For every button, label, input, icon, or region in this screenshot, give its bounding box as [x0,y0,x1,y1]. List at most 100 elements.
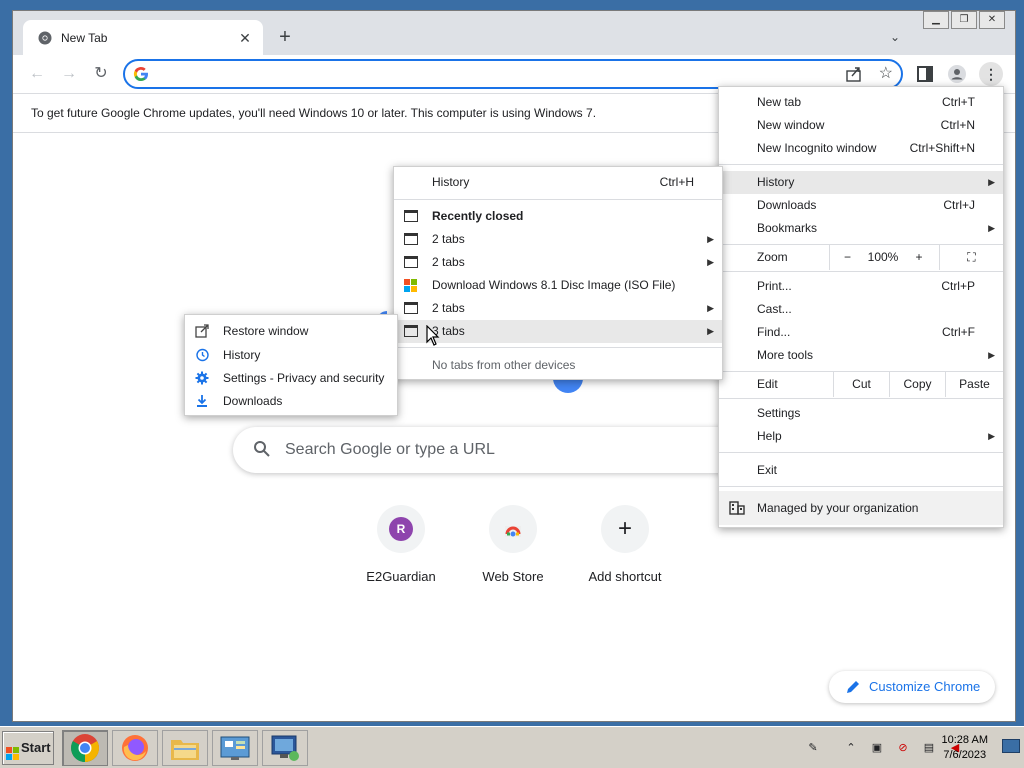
menu-item-print[interactable]: Print... Ctrl+P [719,275,1003,298]
bookmark-star-icon[interactable]: ☆ [879,63,893,83]
shortcut-e2guardian[interactable]: R E2Guardian [345,505,457,595]
ctx-history[interactable]: History [185,344,397,367]
zoom-out-button[interactable]: − [829,245,865,270]
show-desktop-button[interactable] [1002,739,1020,753]
cut-button[interactable]: Cut [833,372,889,397]
menu-item-more-tools[interactable]: More tools ▶ [719,344,1003,367]
customize-chrome-button[interactable]: Customize Chrome [829,671,995,703]
mouse-cursor-icon [426,325,440,346]
avatar: R [389,517,413,541]
ctx-downloads[interactable]: Downloads [185,390,397,413]
menu-divider [394,347,722,348]
google-g-icon [133,66,148,82]
control-panel-icon [220,736,250,760]
power-icon[interactable]: ▤ [920,739,938,757]
tab-icon [404,256,418,268]
taskbar-firefox[interactable] [112,730,158,766]
zoom-in-button[interactable]: + [901,245,937,270]
chevron-right-icon: ▶ [707,257,714,267]
recent-item[interactable]: 3 tabs ▶ [394,320,722,343]
minimize-button[interactable]: ▁ [923,11,949,29]
shortcut-web-store[interactable]: Web Store [457,505,569,595]
tab-search-chevron-icon[interactable]: ⌄ [885,27,905,47]
side-panel-icon[interactable] [915,64,935,84]
taskbar-remote-desktop[interactable] [262,730,308,766]
address-bar[interactable]: ☆ [123,59,903,89]
fullscreen-icon[interactable]: ⛶ [939,245,1003,270]
menu-item-find[interactable]: Find... Ctrl+F [719,321,1003,344]
copy-button[interactable]: Copy [889,372,945,397]
menu-item-exit[interactable]: Exit [719,459,1003,482]
chrome-menu-kebab-icon[interactable]: ⋮ [979,62,1003,86]
paste-button[interactable]: Paste [945,372,1003,397]
menu-item-history[interactable]: History ▶ [719,171,1003,194]
tab-close-icon[interactable]: ✕ [237,30,253,46]
search-icon [254,441,270,457]
menu-item-cast[interactable]: Cast... [719,298,1003,321]
new-tab-button[interactable]: + [273,26,297,50]
download-icon [197,395,207,407]
recently-closed-header: Recently closed [394,205,722,228]
ntp-search-box[interactable]: Search Google or type a URL [233,427,793,473]
menu-item-new-window[interactable]: New window Ctrl+N [719,114,1003,137]
menu-divider [719,452,1003,453]
folder-icon [171,740,199,760]
remote-desktop-icon [271,735,299,761]
web-store-icon [489,505,537,553]
menu-item-downloads[interactable]: Downloads Ctrl+J [719,194,1003,217]
chrome-favicon-icon [37,30,53,46]
ctx-settings-privacy[interactable]: Settings - Privacy and security [185,367,397,390]
add-icon: + [601,505,649,553]
taskbar-clock[interactable]: 10:28 AM 7/6/2023 [942,733,988,763]
tray-app-icon[interactable]: ▣ [868,739,886,757]
menu-item-history-page[interactable]: History Ctrl+H [394,171,722,194]
shortcut-add[interactable]: + Add shortcut [569,505,681,595]
recent-item[interactable]: Download Windows 8.1 Disc Image (ISO Fil… [394,274,722,297]
back-button[interactable]: ← [25,62,49,86]
taskbar-control-panel[interactable] [212,730,258,766]
menu-divider [719,271,1003,272]
menu-item-settings[interactable]: Settings [719,402,1003,425]
gear-icon [195,371,209,385]
reload-button[interactable]: ↻ [89,62,113,86]
history-submenu: History Ctrl+H Recently closed 2 tabs ▶ 2 … [393,166,723,380]
recent-item[interactable]: 2 tabs ▶ [394,251,722,274]
recent-item[interactable]: 2 tabs ▶ [394,297,722,320]
menu-item-new-tab[interactable]: New tab Ctrl+T [719,91,1003,114]
start-button[interactable]: Start [2,731,54,765]
taskbar-chrome[interactable] [62,730,108,766]
history-clock-icon [196,348,209,362]
shortcut-label: E2Guardian [366,569,436,584]
tab-icon [404,233,418,245]
menu-item-help[interactable]: Help ▶ [719,425,1003,448]
shortcut-label: Add shortcut [588,569,662,584]
forward-button[interactable]: → [57,62,81,86]
firefox-icon [122,735,148,761]
menu-item-bookmarks[interactable]: Bookmarks ▶ [719,217,1003,240]
network-error-icon[interactable]: ⊘ [894,739,912,757]
action-center-icon[interactable]: ✎ [804,739,822,757]
zoom-level: 100% [867,250,899,264]
taskbar-explorer[interactable] [162,730,208,766]
recent-item-context-menu: Restore window History Settings - Privac… [184,314,398,416]
tab-new-tab[interactable]: New Tab ✕ [23,20,263,55]
menu-item-new-incognito[interactable]: New Incognito window Ctrl+Shift+N [719,137,1003,160]
maximize-button[interactable]: ❐ [951,11,977,29]
tab-icon [404,210,418,222]
chevron-right-icon: ▶ [988,223,995,233]
menu-divider [394,199,722,200]
chevron-right-icon: ▶ [707,303,714,313]
ctx-restore-window[interactable]: Restore window [185,320,397,343]
chevron-right-icon: ▶ [988,350,995,360]
tab-strip: New Tab ✕ + ⌄ ▁ ❐ ✕ [13,11,1015,55]
tab-icon [404,302,418,314]
chevron-right-icon: ▶ [988,177,995,187]
show-hidden-icons-chevron-icon[interactable]: ⌃ [842,739,860,757]
no-tabs-from-other-devices: No tabs from other devices [432,358,576,372]
profile-avatar-icon[interactable] [947,64,967,84]
close-window-button[interactable]: ✕ [979,11,1005,29]
customize-label: Customize Chrome [869,679,981,694]
share-icon[interactable] [845,65,863,83]
managed-by-org[interactable]: Managed by your organization [719,491,1003,525]
recent-item[interactable]: 2 tabs ▶ [394,228,722,251]
